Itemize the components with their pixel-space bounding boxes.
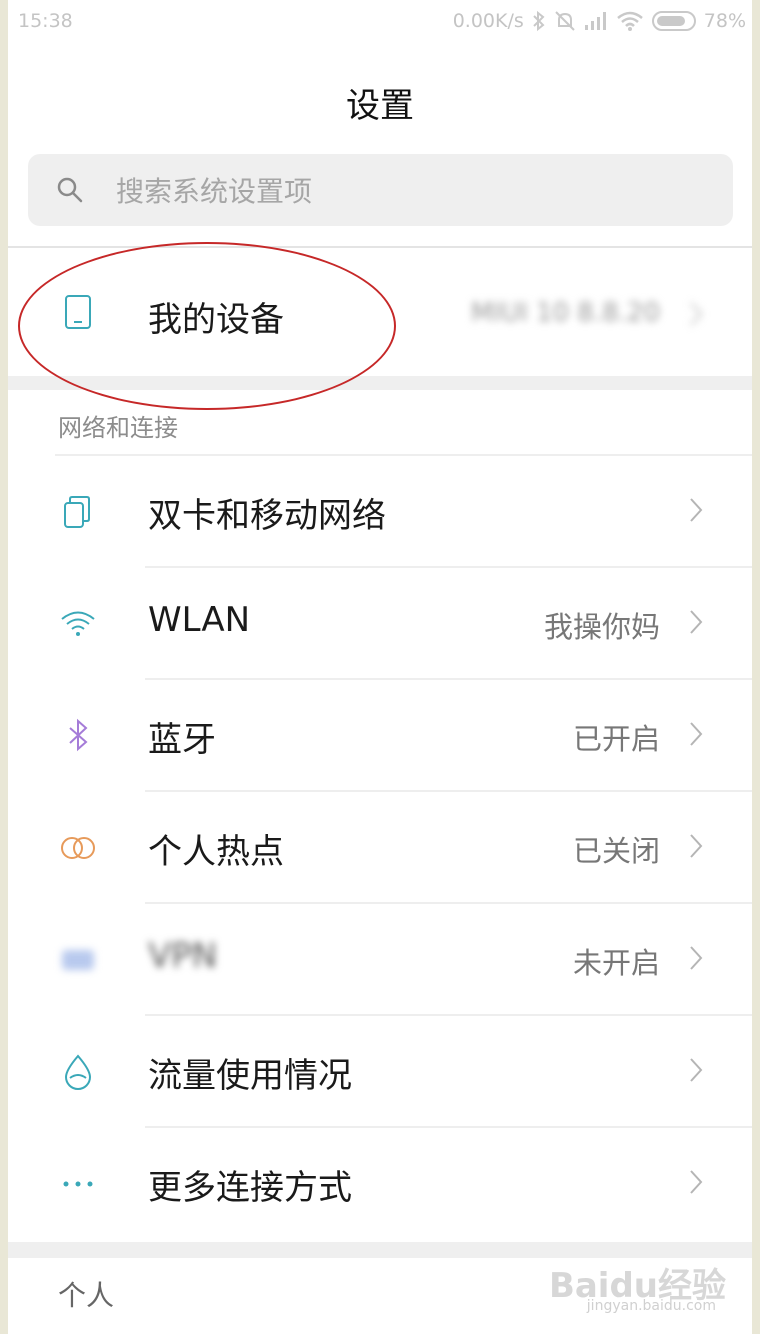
chevron-right-icon	[690, 722, 703, 746]
baidu-watermark-url: jingyan.baidu.com	[586, 1298, 716, 1314]
row-value: 我操你妈	[543, 610, 660, 644]
battery-icon	[651, 11, 696, 31]
chevron-right-icon	[690, 946, 703, 970]
settings-screen: 15:38 0.00K/s 78% 设置 我的设备 MIUI 10 8	[8, 0, 752, 1334]
settings-row-more-connections[interactable]: 更多连接方式	[8, 1128, 752, 1240]
silent-icon	[555, 11, 575, 31]
row-label: 蓝牙	[148, 720, 216, 760]
settings-row-vpn[interactable]: VPN 未开启	[8, 904, 752, 1016]
chevron-right-icon	[690, 1170, 703, 1194]
settings-row-dual-sim[interactable]: 双卡和移动网络	[8, 456, 752, 568]
miui-version: MIUI 10 8.8.20	[470, 298, 660, 328]
battery-percent: 78%	[703, 10, 746, 32]
section-gap	[8, 1242, 752, 1258]
status-time: 15:38	[18, 10, 73, 32]
wifi-icon	[616, 11, 643, 31]
header: 设置	[8, 44, 752, 246]
row-label: VPN	[148, 936, 218, 976]
more-icon	[63, 1181, 93, 1187]
search-bar[interactable]	[28, 154, 733, 228]
search-icon	[57, 177, 83, 203]
chevron-right-icon	[690, 834, 703, 858]
row-label: WLAN	[148, 600, 251, 640]
bluetooth-icon	[533, 10, 545, 32]
settings-row-bluetooth[interactable]: 蓝牙 已开启	[8, 680, 752, 792]
settings-row-hotspot[interactable]: 个人热点 已关闭	[8, 792, 752, 904]
network-speed: 0.00K/s	[452, 10, 524, 32]
vpn-icon	[62, 950, 94, 970]
row-label: 双卡和移动网络	[148, 496, 386, 536]
status-icons: 0.00K/s 78%	[453, 10, 746, 32]
wifi-icon	[61, 611, 95, 636]
dual-sim-icon	[64, 496, 90, 528]
settings-row-data-usage[interactable]: 流量使用情况	[8, 1016, 752, 1128]
row-label: 个人热点	[148, 832, 284, 872]
chevron-right-icon	[690, 1058, 703, 1082]
row-value: 已关闭	[572, 834, 660, 868]
section-header-network: 网络和连接	[58, 414, 178, 442]
annotation-circle	[18, 242, 396, 410]
status-bar: 15:38 0.00K/s 78%	[8, 0, 752, 44]
row-label: 更多连接方式	[148, 1168, 352, 1208]
settings-row-wlan[interactable]: WLAN 我操你妈	[8, 568, 752, 680]
row-value: 已开启	[572, 722, 660, 756]
chevron-right-icon	[690, 610, 703, 634]
row-value: 未开启	[572, 946, 660, 980]
chevron-right-icon	[690, 302, 703, 326]
network-section: 网络和连接 双卡和移动网络 WLAN 我操你妈 蓝牙 已开启 个人热点 已关闭 …	[8, 390, 752, 1242]
row-label: 流量使用情况	[148, 1056, 352, 1096]
bluetooth-icon	[69, 718, 88, 752]
data-usage-icon	[64, 1054, 92, 1090]
signal-icon	[584, 12, 606, 30]
search-input[interactable]	[114, 154, 678, 228]
section-header-personal: 个人	[58, 1279, 115, 1312]
hotspot-icon	[61, 837, 95, 859]
page-title: 设置	[346, 86, 414, 126]
chevron-right-icon	[690, 498, 703, 522]
